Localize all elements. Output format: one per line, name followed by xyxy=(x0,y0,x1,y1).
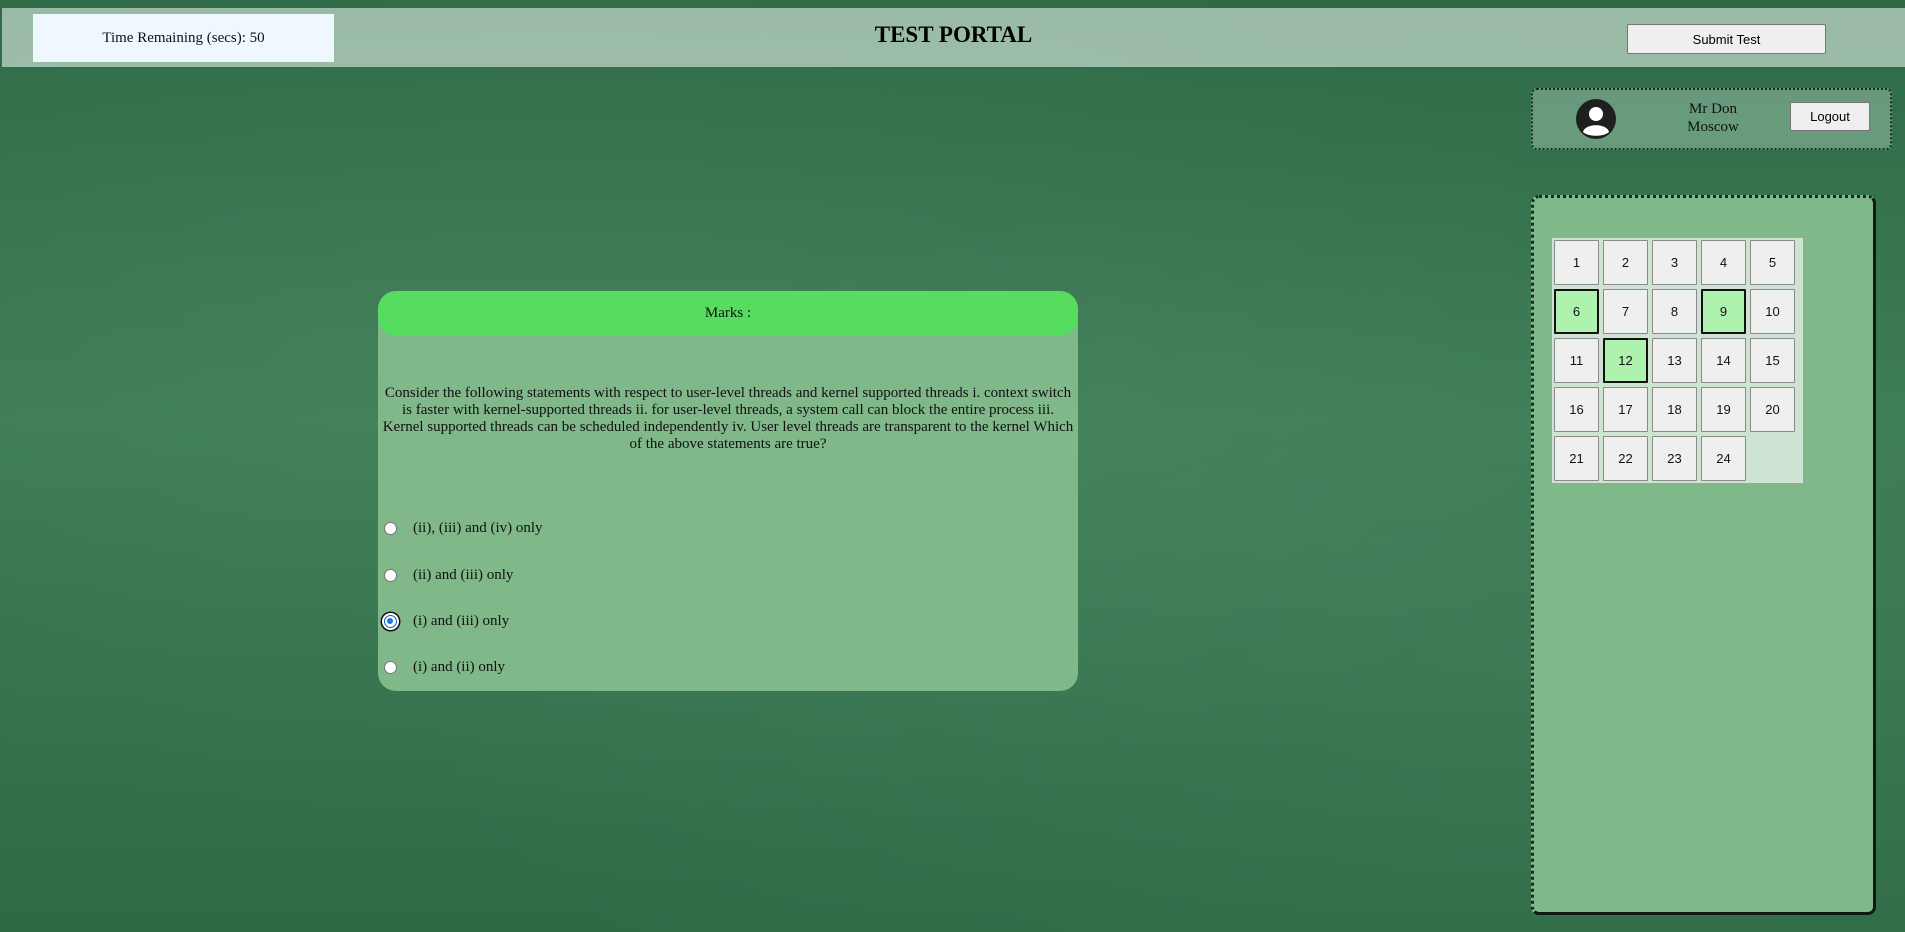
user-panel: Mr Don Moscow Logout xyxy=(1531,88,1892,150)
question-button[interactable]: 14 xyxy=(1701,338,1746,383)
question-button[interactable]: 16 xyxy=(1554,387,1599,432)
question-button[interactable]: 11 xyxy=(1554,338,1599,383)
answer-option[interactable]: (i) and (iii) only xyxy=(384,611,509,631)
option-radio-4[interactable] xyxy=(384,660,397,674)
option-radio-2[interactable] xyxy=(384,568,397,582)
option-radio-3[interactable] xyxy=(384,614,397,628)
top-header: Time Remaining (secs): 50 TEST PORTAL Su… xyxy=(2,8,1905,67)
question-grid: 1 2 3 4 5 6 7 8 9 10 11 12 13 14 15 16 1… xyxy=(1552,238,1803,483)
question-button[interactable]: 21 xyxy=(1554,436,1599,481)
option-label[interactable]: (i) and (ii) only xyxy=(413,659,505,676)
question-button[interactable]: 5 xyxy=(1750,240,1795,285)
option-label[interactable]: (i) and (iii) only xyxy=(413,613,509,630)
question-card: Marks : Consider the following statement… xyxy=(378,291,1078,691)
question-button[interactable]: 23 xyxy=(1652,436,1697,481)
answer-option[interactable]: (i) and (ii) only xyxy=(384,657,505,677)
option-label[interactable]: (ii), (iii) and (iv) only xyxy=(413,520,543,537)
question-button[interactable]: 3 xyxy=(1652,240,1697,285)
question-button[interactable]: 10 xyxy=(1750,289,1795,334)
question-button[interactable]: 18 xyxy=(1652,387,1697,432)
question-button[interactable]: 12 xyxy=(1603,338,1648,383)
question-button[interactable]: 19 xyxy=(1701,387,1746,432)
question-button[interactable]: 24 xyxy=(1701,436,1746,481)
marks-bar: Marks : xyxy=(378,291,1078,336)
user-name-line1: Mr Don xyxy=(1689,101,1737,117)
question-button[interactable]: 20 xyxy=(1750,387,1795,432)
user-name: Mr Don Moscow xyxy=(1663,100,1763,136)
question-button[interactable]: 13 xyxy=(1652,338,1697,383)
page-title: TEST PORTAL xyxy=(874,22,1033,47)
user-name-line2: Moscow xyxy=(1687,119,1739,135)
logout-button[interactable]: Logout xyxy=(1790,102,1870,131)
question-button[interactable]: 15 xyxy=(1750,338,1795,383)
question-button[interactable]: 9 xyxy=(1701,289,1746,334)
question-button[interactable]: 17 xyxy=(1603,387,1648,432)
question-button[interactable]: 8 xyxy=(1652,289,1697,334)
question-button[interactable]: 4 xyxy=(1701,240,1746,285)
question-navigator-panel: 1 2 3 4 5 6 7 8 9 10 11 12 13 14 15 16 1… xyxy=(1531,195,1876,915)
question-button[interactable]: 2 xyxy=(1603,240,1648,285)
question-text: Consider the following statements with r… xyxy=(382,385,1074,452)
submit-test-button[interactable]: Submit Test xyxy=(1627,24,1826,54)
answer-option[interactable]: (ii) and (iii) only xyxy=(384,565,513,585)
question-button[interactable]: 7 xyxy=(1603,289,1648,334)
answer-option[interactable]: (ii), (iii) and (iv) only xyxy=(384,518,543,538)
option-label[interactable]: (ii) and (iii) only xyxy=(413,567,513,584)
question-button[interactable]: 6 xyxy=(1554,289,1599,334)
question-button[interactable]: 22 xyxy=(1603,436,1648,481)
option-radio-1[interactable] xyxy=(384,521,397,535)
user-avatar-icon xyxy=(1576,99,1616,139)
question-button[interactable]: 1 xyxy=(1554,240,1599,285)
